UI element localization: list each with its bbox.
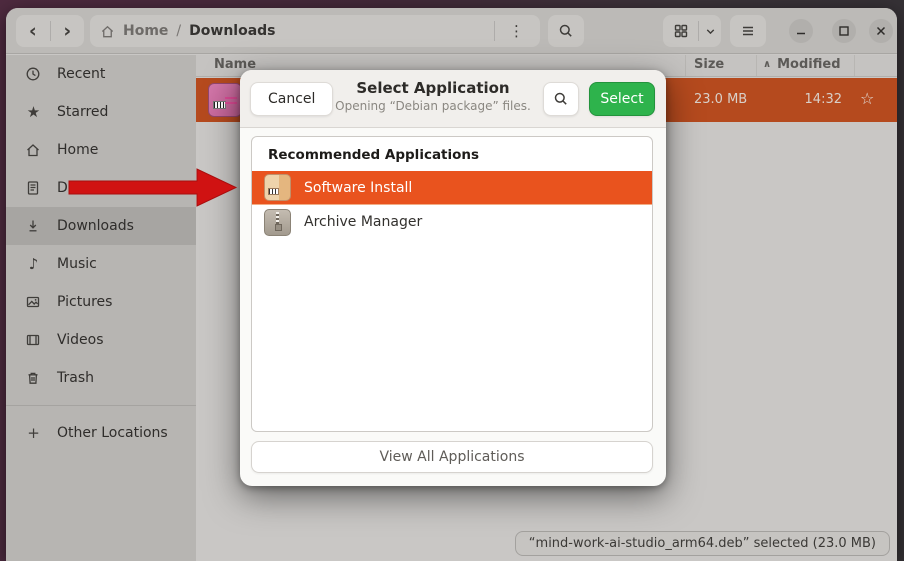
forward-icon: › [63,20,71,42]
star-outline-icon[interactable]: ☆ [860,89,874,108]
sort-ascending-icon: ∧ [763,59,771,70]
dialog-header: Cancel Select Application Opening “Debia… [240,70,666,128]
sidebar-item-label: Videos [57,332,104,348]
breadcrumb[interactable]: Home / Downloads ⋮ [90,15,540,47]
search-button[interactable] [548,15,584,47]
breadcrumb-current[interactable]: Downloads [189,23,275,39]
sidebar-item-label: Starred [57,104,108,120]
sidebar-item-pictures[interactable]: Pictures [6,283,196,321]
pathbar-divider [494,21,495,41]
path-menu-button[interactable]: ⋮ [503,22,530,40]
column-divider [854,55,855,76]
document-icon [25,180,42,196]
cancel-button[interactable]: Cancel [250,82,333,116]
app-row-archive-manager[interactable]: Archive Manager [252,205,652,239]
search-icon [558,23,574,39]
status-text: “mind-work-ai-studio_arm64.deb” selected… [529,536,876,551]
minimize-button[interactable] [789,19,813,43]
hamburger-icon [740,23,756,39]
deb-package-icon [208,83,242,117]
sidebar-item-label: Downloads [57,218,134,234]
trash-icon [25,370,42,386]
sidebar-item-trash[interactable]: Trash [6,359,196,397]
clock-icon [25,66,42,82]
dialog-subtitle: Opening “Debian package” files. [330,99,536,113]
desktop: ‹ › Home / Downloads ⋮ [0,0,904,561]
sidebar-item-recent[interactable]: Recent [6,55,196,93]
view-toggle-button[interactable] [663,15,721,47]
sidebar-item-videos[interactable]: Videos [6,321,196,359]
column-header-size[interactable]: Size [694,57,724,72]
sidebar-item-label: Recent [57,66,105,82]
column-divider [685,55,686,76]
star-icon: ★ [25,103,42,121]
application-list: Recommended Applications Software Instal… [251,136,653,432]
sidebar-item-documents[interactable]: Documents [6,169,196,207]
dialog-titlebox: Select Application Opening “Debian packa… [330,79,536,113]
plus-icon: + [25,424,42,442]
software-install-icon [264,174,291,201]
grid-view-icon[interactable] [663,15,698,47]
sidebar-item-label: Trash [57,370,94,386]
breadcrumb-separator: / [176,23,181,39]
close-button[interactable] [869,19,893,43]
home-icon [100,24,115,39]
home-icon [25,142,42,158]
search-icon [553,91,569,107]
sidebar-item-label: Music [57,256,97,272]
status-bar: “mind-work-ai-studio_arm64.deb” selected… [515,531,890,556]
select-button[interactable]: Select [589,82,655,116]
film-icon [25,332,42,348]
file-modified: 14:32 [796,92,842,107]
app-name: Archive Manager [304,214,422,230]
music-note-icon: ♪ [25,255,42,273]
back-button[interactable]: ‹ [16,15,50,47]
back-icon: ‹ [29,20,37,42]
sidebar-item-starred[interactable]: ★ Starred [6,93,196,131]
column-header-modified[interactable]: ∧ Modified [763,57,841,72]
picture-icon [25,294,42,310]
select-application-dialog: Cancel Select Application Opening “Debia… [240,70,666,486]
sidebar-item-music[interactable]: ♪ Music [6,245,196,283]
download-icon [25,218,42,234]
sidebar-item-other-locations[interactable]: + Other Locations [6,414,196,452]
app-name: Software Install [304,180,412,196]
app-row-software-install[interactable]: Software Install [252,171,652,205]
main-menu-button[interactable] [730,15,766,47]
sidebar-item-home[interactable]: Home [6,131,196,169]
sidebar-item-label: Pictures [57,294,112,310]
view-all-applications-button[interactable]: View All Applications [251,441,653,473]
sidebar-item-downloads[interactable]: Downloads [6,207,196,245]
maximize-button[interactable] [832,19,856,43]
sidebar-item-label: Other Locations [57,425,168,441]
file-size: 23.0 MB [694,92,747,107]
breadcrumb-home[interactable]: Home [123,23,168,39]
sidebar-divider [6,405,196,406]
dialog-search-button[interactable] [543,82,579,116]
view-options-dropdown[interactable] [699,25,721,38]
recommended-applications-header: Recommended Applications [252,137,652,171]
archive-manager-icon [264,209,291,236]
column-divider [756,55,757,76]
sidebar-item-label: Home [57,142,98,158]
nav-button-group: ‹ › [16,15,84,47]
sidebar: Recent ★ Starred Home [6,55,196,561]
dialog-title: Select Application [330,79,536,97]
sidebar-item-label: Documents [57,180,137,196]
titlebar: ‹ › Home / Downloads ⋮ [6,8,897,54]
column-header-modified-label: Modified [777,57,840,72]
forward-button[interactable]: › [50,15,84,47]
